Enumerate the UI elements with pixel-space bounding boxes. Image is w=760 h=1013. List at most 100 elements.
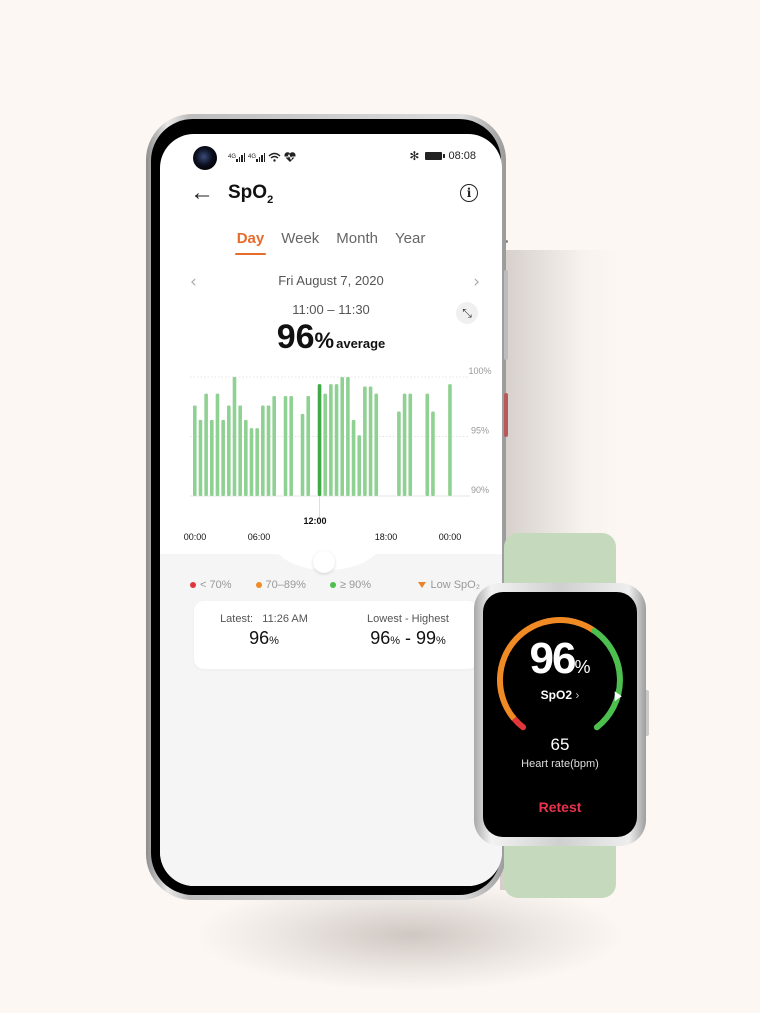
chevron-left-icon[interactable]: ‹ xyxy=(190,272,197,292)
app-header: ← SpO2 i xyxy=(160,178,502,212)
legend-item-low-spo2: Low SpO₂ xyxy=(418,579,480,591)
network-type: 4G xyxy=(228,154,237,160)
legend: < 70% 70–89% ≥ 90% Low SpO₂ xyxy=(190,579,480,591)
latest-value: 96% xyxy=(194,628,334,649)
bar xyxy=(397,411,401,496)
average-value: 96 xyxy=(276,318,315,356)
retest-button[interactable]: Retest xyxy=(483,799,637,815)
x-tick-label: 00:00 xyxy=(439,532,462,542)
x-tick-label: 00:00 xyxy=(184,532,207,542)
latest-column: Latest: 11:26 AM 96% xyxy=(194,613,334,649)
smartwatch-device: 96% SpO2 › 65 Heart rate(bpm) Retest xyxy=(474,583,646,846)
legend-label: 70–89% xyxy=(265,579,306,591)
bar xyxy=(215,393,220,496)
watch-heart-rate-label: Heart rate(bpm) xyxy=(521,758,599,770)
current-date: Fri August 7, 2020 xyxy=(278,273,384,288)
legend-label: ≥ 90% xyxy=(339,579,371,591)
tab-month[interactable]: Month xyxy=(336,230,378,255)
wifi-icon xyxy=(268,152,281,164)
watch-screen: 96% SpO2 › 65 Heart rate(bpm) Retest xyxy=(483,592,637,837)
average-unit: % xyxy=(314,328,335,353)
health-heart-icon xyxy=(284,152,296,164)
period-tabs: Day Week Month Year xyxy=(160,230,502,255)
latest-key: Latest: xyxy=(220,613,254,625)
bar xyxy=(266,405,271,496)
average-label: average xyxy=(336,336,386,351)
front-camera xyxy=(193,146,217,170)
chevron-right-icon: › xyxy=(575,688,580,702)
bar xyxy=(289,396,293,496)
bar xyxy=(193,405,197,496)
range-label: Lowest - Highest xyxy=(367,613,449,625)
timeline-slider-knob[interactable] xyxy=(313,551,335,573)
bar xyxy=(329,384,333,496)
legend-label: < 70% xyxy=(200,579,232,591)
title-subscript: 2 xyxy=(267,193,274,206)
orange-dot-icon xyxy=(255,582,262,588)
tab-year[interactable]: Year xyxy=(395,230,425,255)
selected-time-range: 11:00 – 11:30 xyxy=(292,302,370,317)
spo2-bar-chart[interactable]: 100%95%90%00:00 06:0012:0018:00 00:00 xyxy=(160,359,502,559)
unit: % xyxy=(269,635,279,647)
summary-card: Latest: 11:26 AM 96% Lowest - Highest 96… xyxy=(194,601,478,669)
tab-week[interactable]: Week xyxy=(281,230,319,255)
watch-spo2-value: 96% xyxy=(483,634,637,684)
chevron-right-icon[interactable]: › xyxy=(473,272,480,292)
bar xyxy=(425,393,430,496)
bar xyxy=(346,377,350,496)
average-readout: 96% average xyxy=(160,318,502,357)
gauge-segment-red xyxy=(511,715,527,731)
power-button xyxy=(504,393,508,437)
title-text: SpO xyxy=(228,182,268,203)
latest-number: 96 xyxy=(249,628,270,648)
status-icons-right: ✻ 08:08 xyxy=(409,149,476,163)
network-type: 4G xyxy=(248,154,257,160)
back-arrow-icon[interactable]: ← xyxy=(190,181,214,205)
bar xyxy=(227,405,231,496)
bar xyxy=(238,405,242,496)
bar xyxy=(431,411,435,496)
bar xyxy=(402,393,407,496)
status-time: 08:08 xyxy=(448,150,476,162)
bar xyxy=(300,413,305,496)
bar xyxy=(334,384,339,496)
unit: % xyxy=(436,635,446,647)
watch-spo2-link[interactable]: SpO2 › xyxy=(483,688,637,702)
bar xyxy=(255,428,259,496)
bar xyxy=(340,377,345,496)
range-value: 96% - 99% xyxy=(370,628,446,648)
latest-label: Latest: 11:26 AM xyxy=(194,613,334,625)
bar xyxy=(368,386,373,496)
bar xyxy=(306,396,310,496)
bar xyxy=(283,396,288,496)
watch-value-number: 96 xyxy=(529,634,577,683)
status-icons-left: 4G 4G xyxy=(228,152,296,164)
phone-screen: 4G 4G ✻ 08:08 ← SpO2 i Day Week Month Ye… xyxy=(160,134,502,886)
bar xyxy=(221,419,225,496)
unit: % xyxy=(390,635,400,647)
x-tick-label: 12:00 xyxy=(303,516,326,526)
info-icon[interactable]: i xyxy=(460,184,478,202)
legend-item-low: < 70% xyxy=(190,579,232,591)
bar xyxy=(351,419,356,496)
bar xyxy=(374,393,379,496)
bar xyxy=(249,428,254,496)
signal-icon: 4G xyxy=(248,153,266,164)
phone-device: 4G 4G ✻ 08:08 ← SpO2 i Day Week Month Ye… xyxy=(146,114,506,900)
volume-button xyxy=(504,270,508,360)
battery-icon xyxy=(425,152,446,160)
page-title: SpO2 xyxy=(228,182,273,206)
watch-label: SpO2 xyxy=(540,688,572,702)
tab-day[interactable]: Day xyxy=(234,230,266,255)
signal-icon: 4G xyxy=(228,153,246,164)
range-column: Lowest - Highest 96% - 99% xyxy=(338,613,478,649)
bar xyxy=(244,419,248,496)
bar xyxy=(198,419,203,496)
watch-value-unit: % xyxy=(574,657,591,677)
bar xyxy=(210,419,214,496)
x-tick-label: 06:00 xyxy=(248,532,271,542)
bar xyxy=(204,393,208,496)
status-bar: 4G 4G ✻ 08:08 xyxy=(160,134,502,176)
bar xyxy=(261,405,265,496)
highest-number: 99 xyxy=(416,628,437,648)
